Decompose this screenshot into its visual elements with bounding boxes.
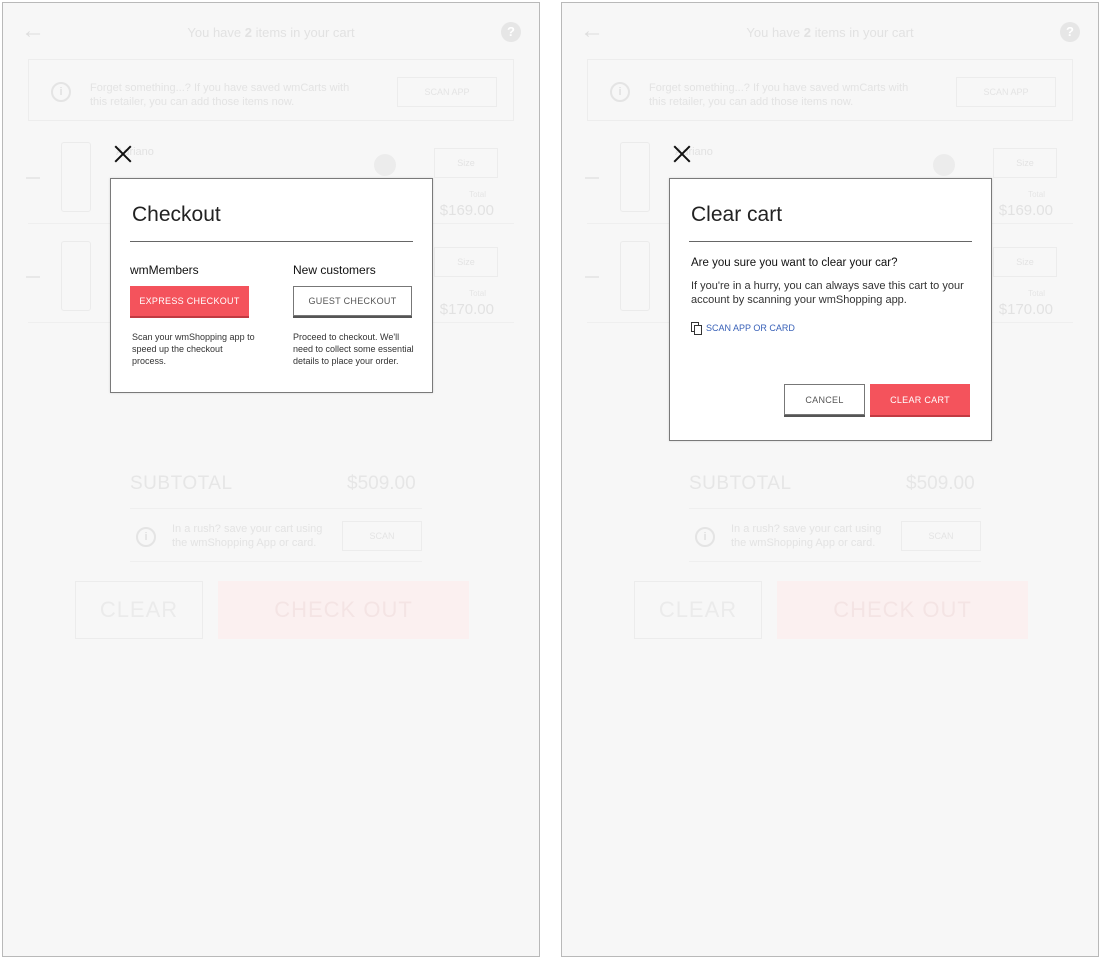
new-customers-description: Proceed to checkout. We'll need to colle… [293,332,414,366]
help-icon[interactable]: ? [1060,22,1080,42]
remove-handle[interactable] [585,177,599,179]
cart-background: ← You have 2 items in your cart ? i Forg… [562,3,1098,956]
info-icon: i [136,527,156,547]
item-total-label: Total [469,190,486,199]
item-size-select[interactable]: Size [993,247,1057,277]
banner-text: Forget something...? If you have saved w… [90,82,350,108]
item-thumbnail [620,241,650,311]
clear-question: Are you sure you want to clear your car? [691,257,898,269]
tag-icon [933,154,955,176]
members-heading: wmMembers [130,263,199,277]
info-icon: i [610,82,630,102]
cart-background: ← You have 2 items in your cart ? i Forg… [3,3,539,956]
checkout-screen: ← You have 2 items in your cart ? i Forg… [2,2,540,957]
rush-text: In a rush? save your cart using the wmSh… [731,523,882,549]
banner-text: Forget something...? If you have saved w… [649,82,909,108]
help-icon[interactable]: ? [501,22,521,42]
cart-title: You have 2 items in your cart [746,25,914,40]
cart-title: You have 2 items in your cart [187,25,355,40]
subtotal-value: $509.00 [347,473,416,494]
item-total-label: Total [1028,190,1045,199]
express-checkout-button[interactable]: EXPRESS CHECKOUT [130,286,249,316]
banner-scan-button[interactable]: SCAN APP [397,77,497,107]
item-thumbnail [61,241,91,311]
check-out-button[interactable]: CHECK OUT [777,581,1028,639]
banner-scan-button[interactable]: SCAN APP [956,77,1056,107]
forget-something-banner: i Forget something...? If you have saved… [587,59,1073,121]
remove-handle[interactable] [585,276,599,278]
clear-cart-button[interactable]: CLEAR CART [870,384,970,415]
subtotal-value: $509.00 [906,473,975,494]
tag-icon [374,154,396,176]
item-price: $170.00 [998,301,1053,318]
rush-banner: i In a rush? save your cart using the wm… [689,508,981,562]
item-size-select[interactable]: Size [993,148,1057,178]
modal-title: Checkout [132,203,221,226]
info-icon: i [695,527,715,547]
item-total-label: Total [1028,289,1045,298]
clear-cart-screen: ← You have 2 items in your cart ? i Forg… [561,2,1099,957]
clear-button[interactable]: CLEAR [634,581,762,639]
forget-something-banner: i Forget something...? If you have saved… [28,59,514,121]
new-customers-heading: New customers [293,263,376,277]
title-divider [689,241,972,242]
item-size-select[interactable]: Size [434,148,498,178]
rush-banner: i In a rush? save your cart using the wm… [130,508,422,562]
check-out-button[interactable]: CHECK OUT [218,581,469,639]
subtotal-label: SUBTOTAL [130,473,233,494]
close-icon[interactable] [671,143,693,165]
clear-description: If you're in a hurry, you can always sav… [691,280,964,306]
rush-scan-button[interactable]: SCAN [901,521,981,551]
members-description: Scan your wmShopping app to speed up the… [132,332,255,366]
item-thumbnail [620,142,650,212]
item-thumbnail [61,142,91,212]
info-icon: i [51,82,71,102]
remove-handle[interactable] [26,177,40,179]
item-price: $170.00 [439,301,494,318]
copy-icon [691,322,702,335]
item-size-select[interactable]: Size [434,247,498,277]
title-divider [130,241,413,242]
cancel-button[interactable]: CANCEL [784,384,865,415]
clear-cart-modal: Clear cart Are you sure you want to clea… [669,178,992,441]
remove-handle[interactable] [26,276,40,278]
item-total-label: Total [469,289,486,298]
scan-link-label: SCAN APP OR CARD [706,322,795,333]
item-price: $169.00 [998,202,1053,219]
modal-title: Clear cart [691,203,783,226]
rush-text: In a rush? save your cart using the wmSh… [172,523,323,549]
checkout-modal: Checkout wmMembers EXPRESS CHECKOUT Scan… [110,178,433,393]
scan-app-or-card-link[interactable]: SCAN APP OR CARD [691,322,795,335]
clear-button[interactable]: CLEAR [75,581,203,639]
guest-checkout-button[interactable]: GUEST CHECKOUT [293,286,412,316]
item-price: $169.00 [439,202,494,219]
subtotal-label: SUBTOTAL [689,473,792,494]
rush-scan-button[interactable]: SCAN [342,521,422,551]
close-icon[interactable] [112,143,134,165]
